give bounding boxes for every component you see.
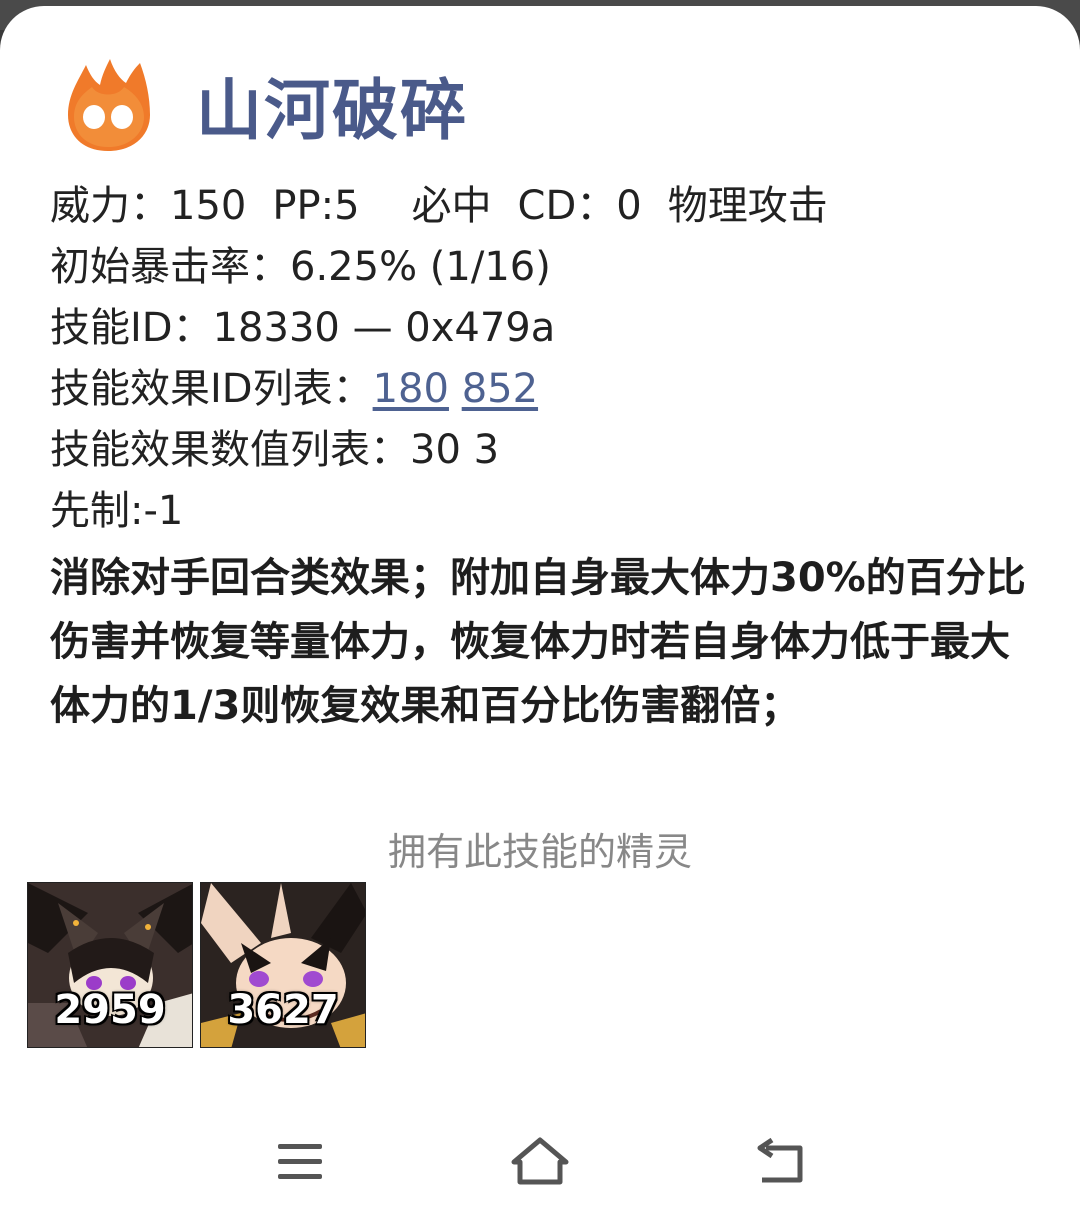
skill-info: 威力：150 PP:5 必中 CD：0 物理攻击 初始暴击率：6.25% (1/16) … (50, 176, 1040, 738)
sprite-card[interactable]: 3627 (200, 882, 366, 1048)
stats-row: 威力：150 PP:5 必中 CD：0 物理攻击 (50, 176, 1040, 237)
home-icon[interactable] (508, 1134, 572, 1190)
skill-description: 消除对手回合类效果；附加自身最大体力30%的百分比伤害并恢复等量体力，恢复体力时… (50, 555, 1026, 729)
back-icon[interactable] (748, 1134, 812, 1190)
power-label: 威力： (50, 183, 170, 229)
effect-id-link[interactable]: 180 (373, 366, 449, 412)
effect-ids-row: 技能效果ID列表：180 852 (50, 359, 1040, 420)
cd-value: 0 (616, 183, 642, 229)
system-navbar (0, 1106, 1080, 1216)
priority-value: -1 (143, 488, 184, 534)
skill-category: 物理攻击 (667, 183, 828, 229)
skill-id-label: 技能ID： (50, 305, 213, 351)
skill-title: 山河破碎 (196, 72, 468, 149)
cd-label: CD： (517, 183, 617, 229)
effect-ids-label: 技能效果ID列表： (50, 366, 373, 412)
pp-value: 5 (334, 183, 360, 229)
effect-values-label: 技能效果数值列表： (50, 427, 410, 473)
owner-sprite-list: 2959 3627 (27, 882, 366, 1048)
effect-values-row: 技能效果数值列表：30 3 (50, 420, 1040, 481)
effect-values: 30 3 (410, 427, 500, 473)
menu-icon[interactable] (268, 1134, 332, 1190)
skill-id-value: 18330 — 0x479a (212, 305, 556, 351)
sprite-id: 3627 (227, 987, 339, 1033)
priority-row: 先制:-1 (50, 481, 1040, 542)
crit-row: 初始暴击率：6.25% (1/16) (50, 237, 1040, 298)
crit-value: 6.25% (1/16) (290, 244, 551, 290)
skill-detail-sheet: 山河破碎 威力：150 PP:5 必中 CD：0 物理攻击 初始暴击率：6.25% (1… (0, 6, 1080, 1216)
skill-header: 山河破碎 (64, 50, 468, 160)
sprite-id: 2959 (54, 987, 166, 1033)
pp-label: PP: (272, 183, 335, 229)
owners-section-title: 拥有此技能的精灵 (387, 830, 692, 874)
priority-label: 先制: (50, 488, 144, 534)
accuracy: 必中 (411, 183, 492, 229)
power-value: 150 (170, 183, 247, 229)
crit-label: 初始暴击率： (50, 244, 290, 290)
effect-id-link[interactable]: 852 (462, 366, 538, 412)
sprite-card[interactable]: 2959 (27, 882, 193, 1048)
fire-type-icon (68, 59, 150, 151)
skill-id-row: 技能ID：18330 — 0x479a (50, 298, 1040, 359)
